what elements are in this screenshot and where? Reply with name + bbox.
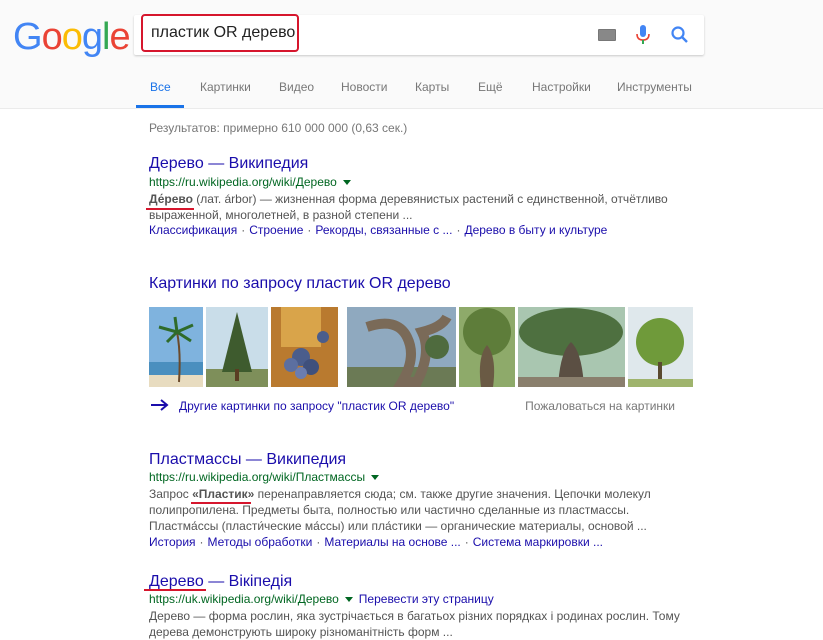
tab-maps[interactable]: Карты — [415, 80, 449, 94]
result-sitelinks-1: Классификация · Строение · Рекорды, связанны… — [149, 223, 608, 237]
report-images-link[interactable]: Пожаловаться на картинки — [525, 399, 675, 413]
sitelink[interactable]: Строение — [249, 223, 303, 237]
result-snippet-3: Дерево — форма рослин, яка зустрічається… — [149, 609, 680, 639]
search-tabs: Все Картинки Видео Новости Карты Ещё Нас… — [0, 70, 823, 108]
sitelink[interactable]: Классификация — [149, 223, 237, 237]
tab-video[interactable]: Видео — [279, 80, 314, 94]
tab-news[interactable]: Новости — [341, 80, 387, 94]
conifer-tree-image[interactable] — [206, 307, 268, 387]
sitelink[interactable]: Методы обработки — [208, 535, 313, 549]
dropdown-arrow-icon[interactable] — [342, 180, 351, 186]
tab-more[interactable]: Ещё — [478, 80, 503, 94]
result-url-3: https://uk.wikipedia.org/wiki/Дерево Пере… — [149, 592, 494, 606]
dropdown-arrow-icon[interactable] — [371, 475, 380, 481]
search-input[interactable]: пластик OR дерево — [141, 14, 299, 52]
arrow-right-icon[interactable] — [151, 399, 169, 411]
large-spreading-tree-image[interactable] — [518, 307, 625, 387]
twisted-old-tree-image[interactable] — [347, 307, 456, 387]
active-tab-indicator — [136, 105, 184, 108]
palm-tree-beach-image[interactable] — [149, 307, 203, 387]
sitelink[interactable]: Материалы на основе ... — [324, 535, 460, 549]
keyboard-icon[interactable] — [598, 29, 616, 41]
sitelink[interactable]: Система маркировки ... — [473, 535, 603, 549]
more-images-link[interactable]: Другие картинки по запросу "пластик OR д… — [179, 399, 454, 413]
sitelink[interactable]: Рекорды, связанные с ... — [315, 223, 452, 237]
result-url-1: https://ru.wikipedia.org/wiki/Дерево — [149, 175, 351, 189]
gnarled-trunk-tree-image[interactable] — [459, 307, 515, 387]
sitelink[interactable]: Дерево в быту и культуре — [464, 223, 607, 237]
search-icon[interactable] — [670, 25, 690, 45]
result-title-2[interactable]: Пластмассы — Википедия — [149, 451, 346, 469]
translate-page-link[interactable]: Перевести эту страницу — [359, 592, 494, 606]
tab-images[interactable]: Картинки — [200, 80, 251, 94]
google-logo[interactable]: Google — [13, 18, 131, 56]
tab-tools[interactable]: Инструменты — [617, 80, 692, 94]
images-heading[interactable]: Картинки по запросу пластик OR дерево — [149, 275, 451, 293]
header: Google пластик OR дерево Все Картинки Ви… — [0, 0, 823, 109]
berries-tree-image[interactable] — [271, 307, 338, 387]
green-round-tree-image[interactable] — [628, 307, 693, 387]
tab-settings[interactable]: Настройки — [532, 80, 591, 94]
microphone-icon[interactable] — [636, 25, 650, 45]
red-annotation-underline — [146, 208, 194, 210]
result-stats: Результатов: примерно 610 000 000 (0,63 … — [149, 121, 408, 135]
tab-all[interactable]: Все — [150, 80, 171, 94]
result-snippet-1: Де́рево (лат. árbor) — жизненная форма д… — [149, 192, 668, 222]
dropdown-arrow-icon[interactable] — [344, 597, 353, 603]
result-sitelinks-2: История · Методы обработки · Материалы на ос… — [149, 535, 603, 549]
result-title-1[interactable]: Дерево — Википедия — [149, 155, 308, 173]
result-url-2: https://ru.wikipedia.org/wiki/Пластмассы — [149, 470, 380, 484]
result-snippet-2: Запрос «Пластик» перенаправляется сюда; … — [149, 487, 651, 533]
search-box[interactable]: пластик OR дерево — [134, 14, 704, 55]
red-annotation-underline — [191, 502, 251, 504]
image-strip — [149, 307, 693, 387]
red-annotation-underline — [144, 589, 206, 591]
sitelink[interactable]: История — [149, 535, 196, 549]
